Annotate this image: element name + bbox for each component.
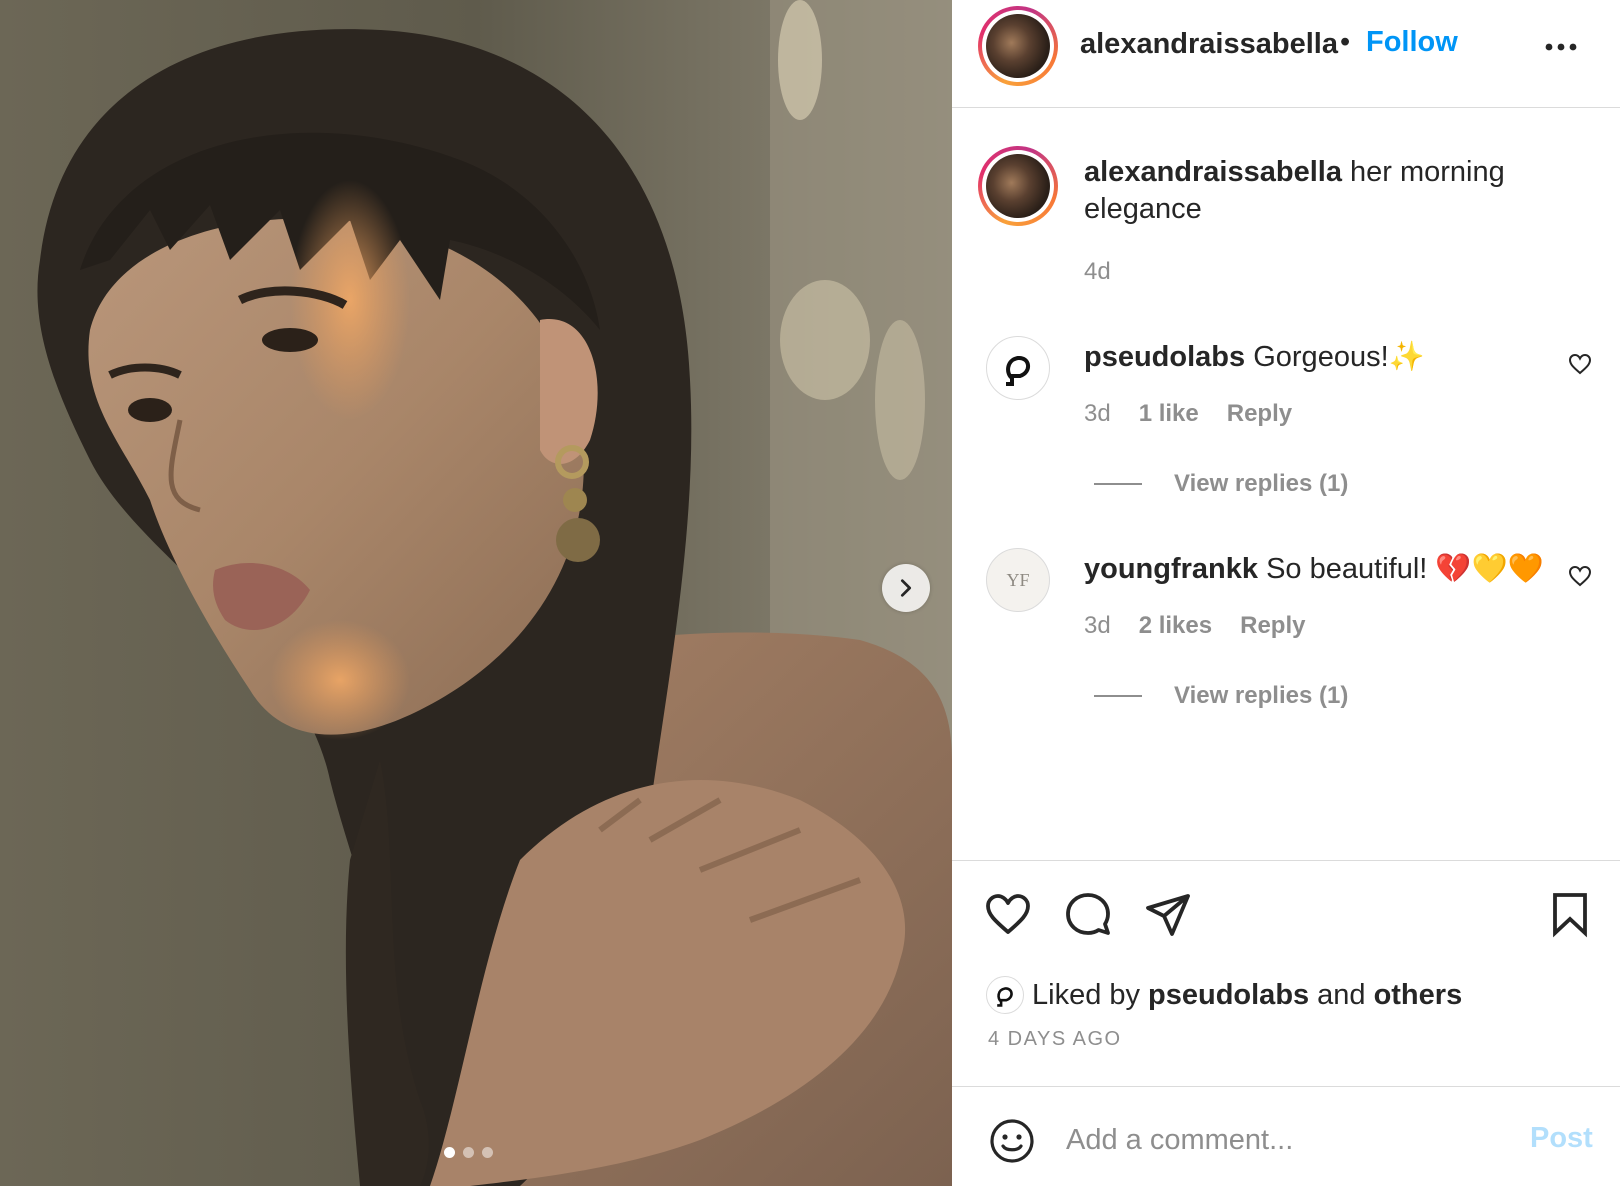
comment-reply-button[interactable]: Reply xyxy=(1227,400,1292,428)
pseudolabs-logo-icon xyxy=(997,987,1013,1007)
post-photo[interactable] xyxy=(0,0,952,1186)
caption-author-avatar[interactable] xyxy=(978,146,1058,226)
comment-likes[interactable]: 2 likes xyxy=(1139,612,1212,640)
view-replies-label: View replies (1) xyxy=(1174,682,1349,709)
header-separator-dot: • xyxy=(1340,26,1351,58)
comment-text-line: pseudolabs Gorgeous!✨ xyxy=(1084,340,1425,374)
comment-like-heart-icon[interactable] xyxy=(1568,564,1592,588)
post-caption: alexandraissabella her morning elegance xyxy=(1084,154,1554,228)
save-bookmark-icon[interactable] xyxy=(1546,890,1594,938)
comment-meta: 3d 1 like Reply xyxy=(1084,400,1292,428)
view-replies-line xyxy=(1094,695,1142,697)
caption-avatar-image xyxy=(986,154,1050,218)
comment-like-heart-icon[interactable] xyxy=(1568,352,1592,376)
comment-username[interactable]: pseudolabs xyxy=(1084,341,1245,373)
caption-timestamp[interactable]: 4d xyxy=(1084,258,1111,286)
liked-by-others-link[interactable]: others xyxy=(1374,979,1463,1012)
pagination-dot-2 xyxy=(463,1147,474,1158)
view-replies-label: View replies (1) xyxy=(1174,470,1349,497)
comment-time[interactable]: 3d xyxy=(1084,612,1111,640)
photo-pagination-dots xyxy=(444,1147,493,1158)
follow-button[interactable]: Follow xyxy=(1366,26,1458,59)
more-options-icon[interactable] xyxy=(1544,30,1578,64)
comment-likes[interactable]: 1 like xyxy=(1139,400,1199,428)
comment-time[interactable]: 3d xyxy=(1084,400,1111,428)
view-replies-line xyxy=(1094,483,1142,485)
youngfrankk-avatar-monogram: YF xyxy=(1006,569,1030,590)
comment-avatar-youngfrankk[interactable]: YF xyxy=(986,548,1050,612)
liked-by-line: Liked by pseudolabs and others xyxy=(986,976,1462,1014)
comment-reply-button[interactable]: Reply xyxy=(1240,612,1305,640)
actions-divider xyxy=(952,860,1620,861)
comment-text-line: youngfrankk So beautiful! 💔💛🧡 xyxy=(1084,552,1544,586)
like-heart-icon[interactable] xyxy=(984,890,1032,938)
share-send-icon[interactable] xyxy=(1144,890,1192,938)
comment-meta: 3d 2 likes Reply xyxy=(1084,612,1305,640)
liked-by-prefix: Liked by xyxy=(1032,978,1141,1011)
add-comment-input[interactable] xyxy=(1066,1118,1486,1162)
post-timestamp[interactable]: 4 DAYS AGO xyxy=(988,1028,1122,1051)
chevron-right-icon xyxy=(900,579,912,597)
author-avatar-image xyxy=(986,14,1050,78)
post-comment-button[interactable]: Post xyxy=(1530,1122,1593,1155)
comment-box-divider xyxy=(952,1086,1620,1087)
comment-avatar-pseudolabs[interactable] xyxy=(986,336,1050,400)
liked-by-user-link[interactable]: pseudolabs xyxy=(1148,979,1309,1012)
comment-body: So beautiful! 💔💛🧡 xyxy=(1266,553,1544,585)
liked-by-avatar[interactable] xyxy=(986,976,1024,1014)
view-replies-button[interactable]: View replies (1) xyxy=(1094,682,1348,710)
comment-username[interactable]: youngfrankk xyxy=(1084,553,1258,585)
caption-username[interactable]: alexandraissabella xyxy=(1084,156,1342,188)
author-avatar[interactable] xyxy=(978,6,1058,86)
pagination-dot-1 xyxy=(444,1147,455,1158)
next-photo-button[interactable] xyxy=(882,564,930,612)
comment-body: Gorgeous!✨ xyxy=(1253,341,1425,373)
author-username[interactable]: alexandraissabella xyxy=(1080,28,1338,61)
post-header: alexandraissabella • Follow xyxy=(952,0,1620,108)
pseudolabs-logo-icon xyxy=(1006,356,1030,386)
pagination-dot-3 xyxy=(482,1147,493,1158)
portrait-image xyxy=(0,0,952,1186)
emoji-smiley-icon[interactable] xyxy=(988,1117,1036,1165)
view-replies-button[interactable]: View replies (1) xyxy=(1094,470,1348,498)
comment-bubble-icon[interactable] xyxy=(1064,890,1112,938)
liked-by-middle: and xyxy=(1317,978,1366,1011)
post-details-panel: alexandraissabella • Follow alexandraiss… xyxy=(952,0,1620,1186)
